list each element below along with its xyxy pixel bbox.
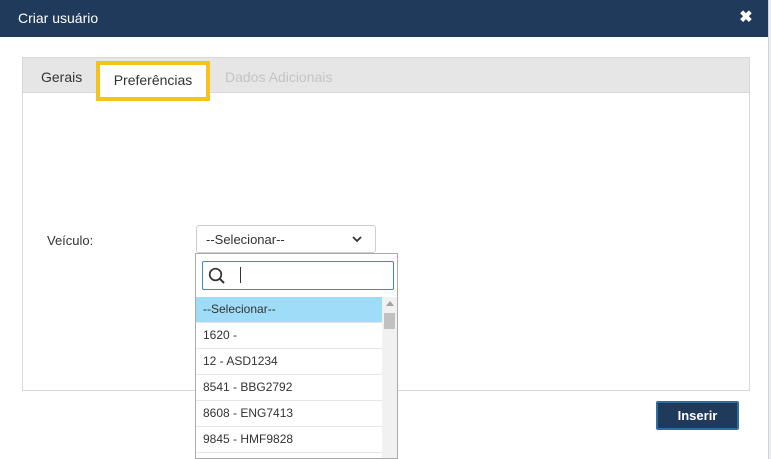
text-caret (240, 267, 241, 283)
scroll-up-arrow-icon[interactable] (386, 301, 394, 306)
dropdown-search[interactable] (202, 261, 394, 290)
search-input[interactable] (229, 265, 389, 286)
vehicle-select[interactable]: --Selecionar-- (196, 225, 376, 253)
tab-dados-adicionais: Dados Adicionais (225, 69, 333, 85)
dropdown-scrollbar[interactable] (382, 297, 397, 458)
vehicle-select-value: --Selecionar-- (206, 232, 285, 247)
dropdown-option[interactable]: 8541 - BBG2792 (196, 375, 382, 401)
insert-button[interactable]: Inserir (656, 401, 739, 430)
search-icon (208, 267, 225, 284)
dropdown-option[interactable]: 12 - ASD1234 (196, 349, 382, 375)
tab-preferencias[interactable]: Preferências (96, 61, 210, 101)
dropdown-option[interactable]: --Selecionar-- (196, 297, 382, 323)
dialog-title: Criar usuário (18, 10, 99, 26)
dropdown-option[interactable]: 1620 - (196, 323, 382, 349)
vehicle-dropdown: --Selecionar-- 1620 -12 - ASD1234 8541 - B… (195, 253, 398, 459)
tab-gerais[interactable]: Gerais (41, 58, 82, 92)
dropdown-option[interactable]: 8608 - ENG7413 (196, 401, 382, 427)
vehicle-label: Veículo: (47, 233, 94, 248)
options-list: --Selecionar-- 1620 -12 - ASD1234 8541 - B… (196, 297, 382, 453)
create-user-dialog: Criar usuário ✖ Gerais Preferências Dado… (0, 0, 769, 459)
dialog-header: Criar usuário ✖ (0, 0, 768, 37)
scroll-thumb[interactable] (384, 313, 395, 329)
tab-bar: Gerais Preferências Dados Adicionais (23, 58, 749, 101)
chevron-down-icon (352, 236, 362, 243)
close-icon[interactable]: ✖ (736, 8, 756, 28)
dropdown-option[interactable]: 9845 - HMF9828 (196, 427, 382, 453)
